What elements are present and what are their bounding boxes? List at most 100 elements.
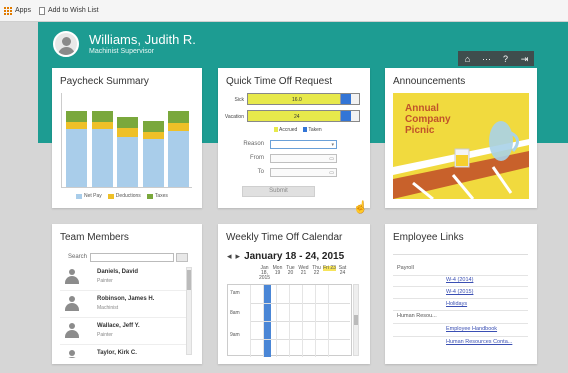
announcement-picnic-image[interactable]: Annual Company Picnic: [393, 93, 529, 199]
prev-week-icon[interactable]: ◂: [227, 251, 232, 262]
avatar[interactable]: [53, 31, 79, 57]
user-name: Williams, Judith R.: [89, 32, 196, 47]
bookmark-apps[interactable]: Apps: [4, 6, 31, 15]
weekly-calendar-title: Weekly Time Off Calendar: [226, 232, 343, 243]
week-navigation: ◂ ▸ January 18 - 24, 2015: [227, 251, 344, 262]
home-icon[interactable]: ⌂: [463, 54, 473, 64]
bookmarks-bar: Apps Add to Wish List: [0, 0, 568, 22]
bar-deductions[interactable]: [66, 122, 87, 130]
team-members-title: Team Members: [60, 232, 129, 243]
day-header[interactable]: Wed 21: [297, 266, 310, 276]
legend-net-pay-swatch: [76, 193, 82, 199]
submit-button[interactable]: Submit: [242, 186, 315, 197]
list-item[interactable]: Daniels, David Painter: [60, 264, 186, 291]
day-header[interactable]: Thu 22: [310, 266, 323, 276]
bar-net-pay[interactable]: [168, 130, 189, 187]
bar-net-pay[interactable]: [91, 129, 113, 187]
time-label: 7am: [230, 290, 240, 296]
bar-net-pay[interactable]: [117, 136, 138, 187]
link-holidays[interactable]: Holidays: [446, 301, 467, 307]
sick-label: Sick: [234, 97, 244, 103]
bar-taxes[interactable]: [168, 111, 189, 124]
list-item[interactable]: Robinson, James H. Machinist: [60, 291, 186, 318]
hand-cursor-icon: ☝: [353, 200, 368, 214]
logout-icon[interactable]: ⇥: [520, 54, 530, 64]
from-date-field[interactable]: ▭: [270, 154, 337, 163]
announcements-card[interactable]: Announcements Annual Company Picnic: [385, 68, 537, 208]
scroll-thumb[interactable]: [187, 270, 191, 290]
link-w4-2014[interactable]: W-4 (2014): [446, 277, 473, 283]
announcements-title: Announcements: [393, 76, 466, 87]
paycheck-chart: [61, 93, 192, 188]
list-item[interactable]: Taylor, Kirk C.: [60, 345, 186, 358]
link-employee-handbook[interactable]: Employee Handbook: [446, 326, 497, 332]
more-icon[interactable]: ···: [482, 54, 492, 64]
search-input[interactable]: [90, 253, 174, 262]
day-header[interactable]: Sat 24: [336, 266, 349, 276]
reason-select[interactable]: ▾: [270, 140, 337, 149]
member-avatar: [65, 350, 79, 358]
bookmark-apps-label: Apps: [15, 7, 31, 14]
legend-deductions: Deductions: [107, 193, 141, 199]
week-range: January 18 - 24, 2015: [244, 251, 345, 262]
quick-time-off-card: Quick Time Off Request Sick 16.0 Vacatio…: [218, 68, 370, 208]
member-title: Painter: [97, 332, 113, 338]
legend-taxes: Taxes: [146, 193, 168, 199]
calendar-scrollbar[interactable]: [353, 284, 359, 356]
calendar-icon[interactable]: ▭: [329, 156, 334, 162]
bar-taxes[interactable]: [142, 121, 164, 132]
bar-net-pay[interactable]: [66, 129, 87, 187]
employee-links-title: Employee Links: [393, 232, 464, 243]
employee-links-table: Payroll W-4 (2014) W-4 (2015) Holidays H…: [393, 254, 528, 354]
paycheck-summary-card[interactable]: Paycheck Summary Net Pay Deductions Taxe…: [52, 68, 202, 208]
next-week-icon[interactable]: ▸: [236, 251, 241, 262]
legend-net-pay-label: Net Pay: [84, 193, 102, 199]
bar-net-pay[interactable]: [142, 138, 164, 187]
link-w4-2015[interactable]: W-4 (2015): [446, 289, 473, 295]
calendar-grid[interactable]: 7am 8am 9am: [227, 284, 352, 357]
bar-deductions[interactable]: [117, 128, 138, 137]
day-header[interactable]: Mon 19: [271, 266, 284, 276]
team-member-list: Daniels, David Painter Robinson, James H…: [60, 264, 186, 358]
day-header[interactable]: Jan 18, 2015: [258, 266, 271, 281]
bar-taxes[interactable]: [117, 116, 138, 129]
taken-fill: [341, 111, 352, 121]
bar-deductions[interactable]: [168, 123, 189, 131]
member-title: Machinist: [97, 305, 119, 311]
member-name: Wallace, Jeff Y.: [97, 323, 140, 329]
member-name: Taylor, Kirk C.: [97, 350, 137, 356]
picnic-illustration: [393, 121, 529, 199]
help-icon[interactable]: ?: [501, 54, 511, 64]
member-avatar: [65, 296, 79, 312]
legend-deductions-label: Deductions: [115, 193, 141, 199]
bar-taxes[interactable]: [66, 111, 87, 123]
member-avatar: [65, 323, 79, 339]
list-item[interactable]: Wallace, Jeff Y. Painter: [60, 318, 186, 345]
employee-links-card: Employee Links Payroll W-4 (2014) W-4 (2…: [385, 224, 537, 364]
taken-fill: [341, 94, 352, 104]
member-title: Painter: [97, 278, 113, 284]
day-header[interactable]: Tue 20: [284, 266, 297, 276]
legend-taxes-swatch: [146, 193, 153, 199]
bar-taxes[interactable]: [91, 111, 113, 123]
link-human-resources-contacts[interactable]: Human Resources Conta...: [446, 339, 512, 345]
time-label: 8am: [230, 310, 240, 316]
bar-deductions[interactable]: [91, 122, 113, 130]
bar-deductions[interactable]: [142, 131, 164, 139]
scroll-thumb[interactable]: [354, 315, 358, 325]
legend-accrued: Accrued: [274, 127, 297, 133]
to-label: To: [257, 169, 264, 175]
bookmark-add-to-wish-list[interactable]: Add to Wish List: [38, 6, 99, 15]
member-name: Robinson, James H.: [97, 296, 155, 302]
day-header[interactable]: Fri 23: [323, 266, 336, 271]
search-button[interactable]: [176, 253, 188, 262]
calendar-icon[interactable]: ▭: [329, 170, 334, 176]
quick-time-off-title: Quick Time Off Request: [226, 76, 332, 87]
vacation-label: Vacation: [224, 114, 244, 120]
team-list-scrollbar[interactable]: [186, 267, 192, 355]
time-off-legend: Accrued Taken: [274, 127, 322, 133]
link-group-payroll: Payroll: [397, 265, 414, 271]
legend-taken: Taken: [303, 127, 322, 133]
to-date-field[interactable]: ▭: [270, 168, 337, 177]
paycheck-legend: Net Pay Deductions Taxes: [76, 193, 168, 199]
